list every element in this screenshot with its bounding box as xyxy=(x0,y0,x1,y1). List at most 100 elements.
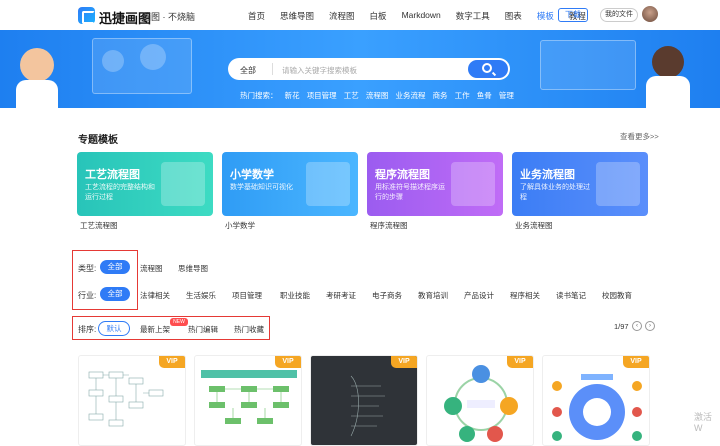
card-illustration-icon xyxy=(596,162,640,206)
industry-filter-option[interactable]: 教育培训 xyxy=(418,290,448,301)
hot-search-term[interactable]: 新花 xyxy=(285,91,300,100)
industry-filter-option[interactable]: 电子商务 xyxy=(372,290,402,301)
vip-badge: VIP xyxy=(275,356,301,368)
card-caption[interactable]: 小学数学 xyxy=(225,220,255,231)
top-navbar: 迅捷画图 脑图 · 不烧脑 首页 思维导图 流程图 白板 Markdown 数字… xyxy=(0,0,720,30)
industry-filter-option[interactable]: 法律相关 xyxy=(140,290,170,301)
hot-search-term[interactable]: 鱼骨 xyxy=(477,91,492,100)
hot-search-term[interactable]: 管理 xyxy=(499,91,514,100)
search-button[interactable] xyxy=(468,60,508,78)
industry-filter-option[interactable]: 读书笔记 xyxy=(556,290,586,301)
sort-option-hot-edit[interactable]: 热门编辑 xyxy=(188,324,218,335)
cycle-diagram-preview-icon xyxy=(444,365,518,442)
card-title: 业务流程图 xyxy=(520,169,575,181)
template-thumbnail[interactable]: VIP xyxy=(310,355,418,446)
hot-search-term[interactable]: 项目管理 xyxy=(307,91,337,100)
card-caption[interactable]: 业务流程图 xyxy=(515,220,553,231)
search-icon xyxy=(482,63,492,73)
card-title: 小学数学 xyxy=(230,169,274,181)
illustration-person-right xyxy=(652,46,684,78)
illustration-person-left-body xyxy=(16,80,58,108)
nav-item-mindmap[interactable]: 思维导图 xyxy=(280,10,314,22)
nav-item-digital-tools[interactable]: 数字工具 xyxy=(456,10,490,22)
card-title: 工艺流程图 xyxy=(85,169,140,181)
illustration-chart-icon xyxy=(102,50,124,72)
sort-default-button[interactable]: 默认 xyxy=(98,321,130,336)
industry-filter-option[interactable]: 考研考证 xyxy=(326,290,356,301)
card-desc: 用标准符号描述程序运行的步骤 xyxy=(375,184,445,201)
illustration-person-left xyxy=(20,48,54,82)
flowchart-preview-icon xyxy=(88,371,164,427)
nav-item-flowchart[interactable]: 流程图 xyxy=(329,10,355,22)
template-thumbnail[interactable]: VIP xyxy=(542,355,650,446)
illustration-person-right-body xyxy=(646,76,690,108)
activation-watermark: 激活 W xyxy=(694,412,713,433)
main-nav: 首页 思维导图 流程图 白板 Markdown 数字工具 图表 模板 教程 xyxy=(248,10,601,22)
featured-card-business[interactable]: 业务流程图 了解具体业务的处理过程 xyxy=(512,152,648,216)
search-divider xyxy=(272,63,273,75)
search-input[interactable]: 请输入关键字搜索模板 xyxy=(282,65,357,76)
industry-filter-option[interactable]: 产品设计 xyxy=(464,290,494,301)
my-files-button[interactable]: 我的文件 xyxy=(600,8,638,22)
hot-search-label: 热门搜索： xyxy=(240,91,278,100)
card-illustration-icon xyxy=(451,162,495,206)
download-button[interactable]: 下载 xyxy=(558,8,588,22)
industry-filter-option[interactable]: 项目管理 xyxy=(232,290,262,301)
prev-page-icon[interactable]: ‹ xyxy=(632,321,642,331)
hot-search-term[interactable]: 工作 xyxy=(455,91,470,100)
hot-search-term[interactable]: 工艺 xyxy=(344,91,359,100)
type-filter-option[interactable]: 思维导图 xyxy=(178,263,208,274)
flowchart-preview-icon xyxy=(201,370,297,424)
mindmap-preview-icon xyxy=(350,375,385,437)
hot-search-term[interactable]: 业务流程 xyxy=(395,91,425,100)
industry-filter-option[interactable]: 程序相关 xyxy=(510,290,540,301)
template-thumbnail[interactable]: VIP xyxy=(194,355,302,446)
vip-badge: VIP xyxy=(623,356,649,368)
nav-item-markdown[interactable]: Markdown xyxy=(402,10,441,22)
vip-badge: VIP xyxy=(159,356,185,368)
sort-option-newest[interactable]: 最新上架 xyxy=(140,324,170,335)
sort-label: 排序: xyxy=(78,325,97,334)
vip-badge: VIP xyxy=(391,356,417,368)
next-page-icon[interactable]: › xyxy=(645,321,655,331)
card-illustration-icon xyxy=(306,162,350,206)
page-indicator: 1/97 xyxy=(614,322,629,331)
industry-filter-option[interactable]: 校园教育 xyxy=(602,290,632,301)
card-desc: 了解具体业务的处理过程 xyxy=(520,184,590,201)
card-caption[interactable]: 工艺流程图 xyxy=(80,220,118,231)
industry-filter-option[interactable]: 生活娱乐 xyxy=(186,290,216,301)
hot-searches: 热门搜索： 新花 项目管理 工艺 流程图 业务流程 商务 工作 鱼骨 管理 xyxy=(240,90,519,101)
template-thumbnail[interactable]: VIP xyxy=(78,355,186,446)
card-desc: 工艺流程的完整结构和运行过程 xyxy=(85,184,155,201)
view-more-link[interactable]: 查看更多>> xyxy=(620,131,659,142)
card-desc: 数学基础知识可视化 xyxy=(230,184,293,191)
type-filter-option[interactable]: 流程图 xyxy=(140,263,163,274)
featured-card-program[interactable]: 程序流程图 用标准符号描述程序运行的步骤 xyxy=(367,152,503,216)
type-filter-label: 类型: xyxy=(78,264,97,273)
nav-item-charts[interactable]: 图表 xyxy=(505,10,522,22)
featured-card-process[interactable]: 工艺流程图 工艺流程的完整结构和运行过程 xyxy=(77,152,213,216)
section-title: 专题模板 xyxy=(78,135,118,146)
card-caption[interactable]: 程序流程图 xyxy=(370,220,408,231)
brand-subtitle: 脑图 · 不烧脑 xyxy=(142,12,195,22)
ring-diagram-preview-icon xyxy=(552,374,642,441)
hot-search-term[interactable]: 商务 xyxy=(433,91,448,100)
search-scope-select[interactable]: 全部 xyxy=(240,65,256,76)
sort-option-hot-favorite[interactable]: 热门收藏 xyxy=(234,324,264,335)
search-bar: 全部 请输入关键字搜索模板 xyxy=(228,58,510,80)
template-thumbnail[interactable]: VIP xyxy=(426,355,534,446)
nav-item-whiteboard[interactable]: 白板 xyxy=(370,10,387,22)
avatar[interactable] xyxy=(642,6,658,22)
industry-filter-option[interactable]: 职业技能 xyxy=(280,290,310,301)
card-illustration-icon xyxy=(161,162,205,206)
featured-card-math[interactable]: 小学数学 数学基础知识可视化 xyxy=(222,152,358,216)
logo-icon[interactable] xyxy=(78,7,95,24)
type-filter-all[interactable]: 全部 xyxy=(100,260,130,274)
industry-filter-all[interactable]: 全部 xyxy=(100,287,130,301)
new-badge: NEW xyxy=(170,318,188,326)
hot-search-term[interactable]: 流程图 xyxy=(366,91,389,100)
highlight-box-filters xyxy=(72,250,138,310)
nav-item-templates[interactable]: 模板 xyxy=(537,10,554,22)
industry-filter-label: 行业: xyxy=(78,291,97,300)
nav-item-home[interactable]: 首页 xyxy=(248,10,265,22)
